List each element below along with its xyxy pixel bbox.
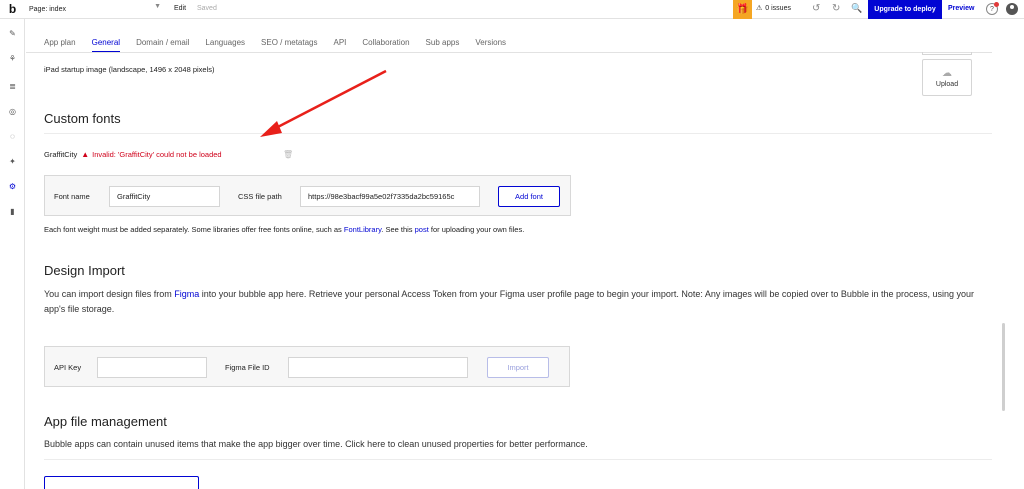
notification-badge xyxy=(994,2,999,7)
figma-file-id-input[interactable] xyxy=(288,357,468,378)
styles-icon[interactable]: ◌ xyxy=(6,130,19,143)
tab-general[interactable]: General xyxy=(91,38,121,52)
add-font-button[interactable]: Add font xyxy=(498,186,560,207)
edit-menu[interactable]: Edit xyxy=(174,5,186,12)
design-import-heading: Design Import xyxy=(44,263,125,278)
fontlibrary-link[interactable]: FontLibrary xyxy=(344,225,381,234)
upload-label: Upload xyxy=(935,80,959,88)
cloud-upload-icon: ☁ xyxy=(942,67,952,79)
trash-icon[interactable]: 🗑 xyxy=(283,150,293,159)
post-link[interactable]: post xyxy=(415,225,429,234)
tab-versions[interactable]: Versions xyxy=(475,38,506,52)
upload-button[interactable]: ☁ Upload xyxy=(922,59,972,96)
gift-icon[interactable]: 🎁 xyxy=(733,0,752,19)
issues-indicator[interactable]: ⚠ 0 issues xyxy=(756,4,791,13)
data-icon[interactable]: ≣ xyxy=(6,80,19,93)
redo-icon[interactable]: ↻ xyxy=(832,3,840,14)
clean-unused-button[interactable] xyxy=(44,476,199,489)
search-icon[interactable]: 🔍 xyxy=(851,3,862,14)
custom-fonts-heading: Custom fonts xyxy=(44,111,121,126)
saved-status: Saved xyxy=(197,5,217,12)
warning-icon: ⚠ xyxy=(756,5,763,12)
tab-seo-metatags[interactable]: SEO / metatags xyxy=(261,38,317,52)
figma-link[interactable]: Figma xyxy=(174,289,199,299)
font-name-label: Font name xyxy=(54,192,90,201)
logs-chart-icon[interactable]: ▮ xyxy=(6,205,19,218)
tab-languages[interactable]: Languages xyxy=(205,38,245,52)
help-icon[interactable]: ? xyxy=(986,2,999,15)
workflow-icon[interactable]: ⚘ xyxy=(6,52,19,65)
tab-domain-email[interactable]: Domain / email xyxy=(136,38,189,52)
chevron-down-icon: ▼ xyxy=(154,3,161,10)
tabs-divider xyxy=(26,52,992,53)
note-text-1: Each font weight must be added separatel… xyxy=(44,225,344,234)
upgrade-to-deploy-button[interactable]: Upgrade to deploy xyxy=(868,0,942,19)
app-file-management-heading: App file management xyxy=(44,414,167,429)
import-button[interactable]: Import xyxy=(487,357,549,378)
bubble-logo[interactable]: b xyxy=(0,0,25,19)
settings-gear-icon[interactable]: ⚙ xyxy=(6,180,19,193)
custom-font-entry: GraffitCity ▲ Invalid: 'GraffitCity' cou… xyxy=(44,150,222,159)
api-key-input[interactable] xyxy=(97,357,207,378)
font-error-message: Invalid: 'GraffitCity' could not be load… xyxy=(92,150,222,159)
plugins-icon[interactable]: ✦ xyxy=(6,155,19,168)
design-import-description: You can import design files from Figma i… xyxy=(44,287,974,317)
preview-button[interactable]: Preview xyxy=(948,5,974,12)
page-selector-label: Page: index xyxy=(29,6,66,13)
file-management-description: Bubble apps can contain unused items tha… xyxy=(44,439,588,449)
database-icon[interactable]: ◎ xyxy=(6,105,19,118)
css-file-path-input[interactable]: https://98e3bacf99a5e02f7335da2bc59165c xyxy=(300,186,480,207)
tab-app-plan[interactable]: App plan xyxy=(44,38,76,52)
api-key-label: API Key xyxy=(54,363,82,372)
figma-import-panel: API Key Figma File ID Import xyxy=(44,346,570,387)
warning-icon: ▲ xyxy=(81,150,90,159)
note-text-2: . See this xyxy=(381,225,415,234)
tab-sub-apps[interactable]: Sub apps xyxy=(426,38,460,52)
settings-tabs: App plan General Domain / email Language… xyxy=(44,38,522,52)
issues-count: 0 issues xyxy=(765,4,791,12)
left-sidebar: ✎ ⚘ ≣ ◎ ◌ ✦ ⚙ ▮ xyxy=(0,19,25,489)
page-selector[interactable]: Page: index ▼ xyxy=(27,2,165,17)
previous-upload-box xyxy=(922,52,972,55)
css-file-path-label: CSS file path xyxy=(238,192,282,201)
font-name-input[interactable]: GraffitCity xyxy=(109,186,220,207)
tab-api[interactable]: API xyxy=(333,38,346,52)
undo-icon[interactable]: ↺ xyxy=(812,3,820,14)
note-text-3: for uploading your own files. xyxy=(428,225,525,234)
top-bar: b Page: index ▼ Edit Saved 🎁 ⚠ 0 issues … xyxy=(0,0,1024,19)
section-divider xyxy=(44,133,992,134)
add-font-panel: Font name GraffitCity CSS file path http… xyxy=(44,175,571,216)
tab-collaboration[interactable]: Collaboration xyxy=(362,38,409,52)
figma-file-id-label: Figma File ID xyxy=(225,363,270,372)
desc-text-1: You can import design files from xyxy=(44,289,175,299)
font-weight-note: Each font weight must be added separatel… xyxy=(44,223,524,237)
font-entry-name: GraffitCity xyxy=(44,150,78,159)
scrollbar-thumb[interactable] xyxy=(1002,323,1005,411)
ipad-startup-image-label: iPad startup image (landscape, 1496 x 20… xyxy=(44,65,215,74)
account-icon[interactable] xyxy=(1006,3,1018,15)
design-pencil-icon[interactable]: ✎ xyxy=(6,27,19,40)
section-divider xyxy=(44,459,992,460)
